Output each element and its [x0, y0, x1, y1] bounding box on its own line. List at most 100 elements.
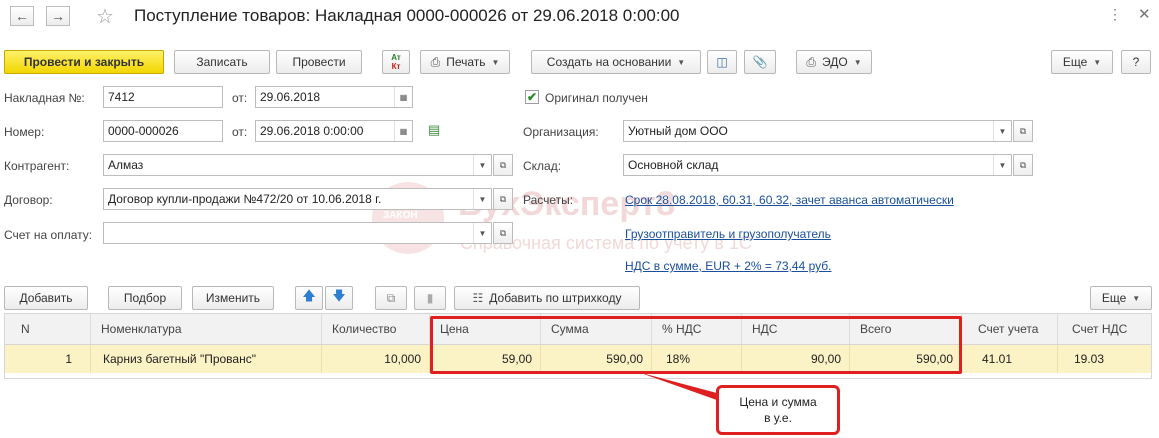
cell-item[interactable]: Карниз багетный "Прованс" — [91, 345, 322, 373]
number-date-label: от: — [232, 125, 248, 139]
more-button[interactable]: Еще ▼ — [1051, 50, 1113, 74]
chevron-down-icon[interactable]: ▼ — [473, 223, 491, 243]
chevron-down-icon: ▼ — [491, 57, 500, 67]
column-header-quantity[interactable]: Количество — [322, 314, 430, 344]
cell-account[interactable]: 41.01 — [962, 345, 1058, 373]
calendar-icon[interactable]: ▦ — [394, 87, 412, 107]
chevron-down-icon[interactable]: ▼ — [993, 155, 1011, 175]
chevron-down-icon[interactable]: ▼ — [993, 121, 1011, 141]
number-date-input[interactable]: 29.06.2018 0:00:00 ▦ — [255, 120, 413, 142]
create-based-on-label: Создать на основании — [546, 55, 672, 69]
settlements-label: Расчеты: — [523, 193, 574, 207]
post-and-close-button[interactable]: Провести и закрыть — [4, 50, 164, 74]
annotation-line-2: в у.е. — [764, 411, 792, 425]
add-by-barcode-button[interactable]: ☷ Добавить по штрихкоду — [454, 286, 640, 310]
callout-pointer — [638, 372, 728, 404]
cell-vat-account[interactable]: 19.03 — [1058, 345, 1151, 373]
back-button[interactable]: ← — [10, 6, 34, 26]
shipper-consignee-link[interactable]: Грузоотправитель и грузополучатель — [625, 227, 831, 241]
dt-kt-button[interactable]: Ат Кт — [382, 50, 410, 74]
chevron-down-icon[interactable]: ▼ — [473, 189, 491, 209]
contract-open-button[interactable]: ⧉ — [493, 188, 513, 210]
print-button[interactable]: ⎙ Печать ▼ — [420, 50, 510, 74]
payment-invoice-label: Счет на оплату: — [4, 228, 93, 242]
invoice-number-input[interactable]: 7412 — [103, 86, 223, 108]
calendar-icon[interactable]: ▦ — [394, 121, 412, 141]
more-dots-icon[interactable]: ⋮ — [1108, 6, 1124, 23]
more-button-label: Еще — [1062, 55, 1088, 69]
vat-amount-link[interactable]: НДС в сумме, EUR + 2% = 73,44 руб. — [625, 259, 831, 273]
add-row-button[interactable]: Добавить — [4, 286, 88, 310]
print-button-label: Печать — [446, 55, 486, 69]
open-icon: ⧉ — [499, 159, 507, 170]
open-icon: ⧉ — [499, 193, 507, 204]
invoice-date-label: от: — [232, 91, 248, 105]
warehouse-value: Основной склад — [628, 158, 719, 172]
attach-button[interactable]: 📎 — [744, 50, 776, 74]
open-icon: ⧉ — [499, 227, 507, 238]
warehouse-open-button[interactable]: ⧉ — [1013, 154, 1033, 176]
history-icon[interactable]: ▤ — [428, 122, 440, 138]
warehouse-input[interactable]: Основной склад ▼ — [623, 154, 1012, 176]
copy-row-button[interactable]: ⧉ — [375, 286, 407, 310]
column-header-vat-account[interactable]: Счет НДС — [1058, 314, 1151, 344]
invoice-date-input[interactable]: 29.06.2018 ▦ — [255, 86, 413, 108]
structure-button[interactable]: ◫ — [707, 50, 737, 74]
invoice-number-label: Накладная №: — [4, 91, 85, 105]
payment-invoice-input[interactable]: ▼ — [103, 222, 492, 244]
chevron-down-icon[interactable]: ▼ — [473, 155, 491, 175]
favorite-star-icon[interactable]: ☆ — [96, 4, 114, 29]
contract-label: Договор: — [4, 193, 53, 207]
organization-label: Организация: — [523, 125, 599, 139]
move-down-button[interactable]: 🡇 — [325, 286, 353, 310]
chevron-down-icon: ▼ — [677, 57, 686, 67]
cell-n[interactable]: 1 — [5, 345, 91, 373]
checkmark-icon: ✔ — [526, 90, 538, 104]
invoice-date-value: 29.06.2018 — [260, 90, 321, 104]
change-button[interactable]: Изменить — [192, 286, 274, 310]
edo-button[interactable]: ⎙ ЭДО ▼ — [796, 50, 872, 74]
counterparty-input[interactable]: Алмаз ▼ — [103, 154, 492, 176]
contract-value: Договор купли-продажи №472/20 от 10.06.2… — [108, 192, 382, 206]
window-title: Поступление товаров: Накладная 0000-0000… — [134, 6, 680, 25]
save-button[interactable]: Записать — [174, 50, 270, 74]
original-received-label: Оригинал получен — [545, 91, 648, 105]
structure-icon: ◫ — [716, 55, 728, 69]
paste-icon: ▮ — [426, 291, 434, 305]
paste-row-button[interactable]: ▮ — [414, 286, 446, 310]
column-header-account[interactable]: Счет учета — [962, 314, 1058, 344]
copy-icon: ⧉ — [386, 290, 396, 305]
number-input[interactable]: 0000-000026 — [103, 120, 223, 142]
printer-icon: ⎙ — [430, 54, 441, 69]
help-button[interactable]: ? — [1121, 50, 1151, 74]
watermark-badge: ЗАКОН — [383, 210, 418, 221]
cell-quantity[interactable]: 10,000 — [322, 345, 430, 373]
dt-kt-icon-top: Ат — [391, 53, 401, 62]
number-label: Номер: — [4, 125, 45, 139]
payment-invoice-open-button[interactable]: ⧉ — [493, 222, 513, 244]
select-button[interactable]: Подбор — [108, 286, 182, 310]
organization-value: Уютный дом ООО — [628, 124, 728, 138]
paperclip-icon: 📎 — [752, 55, 768, 69]
close-icon[interactable]: ✕ — [1138, 5, 1151, 23]
counterparty-value: Алмаз — [108, 158, 144, 172]
settlements-link[interactable]: Срок 28.08.2018, 60.31, 60.32, зачет ава… — [625, 193, 954, 207]
original-received-checkbox[interactable]: ✔ — [525, 90, 539, 104]
annotation-callout: Цена и сумма в у.е. — [716, 385, 840, 435]
forward-button[interactable]: → — [46, 6, 70, 26]
annotation-line-1: Цена и сумма — [739, 394, 817, 409]
organization-open-button[interactable]: ⧉ — [1013, 120, 1033, 142]
contract-input[interactable]: Договор купли-продажи №472/20 от 10.06.2… — [103, 188, 492, 210]
organization-input[interactable]: Уютный дом ООО ▼ — [623, 120, 1012, 142]
column-header-n[interactable]: N — [5, 314, 91, 344]
counterparty-label: Контрагент: — [4, 159, 70, 173]
table-more-label: Еще — [1101, 291, 1127, 305]
counterparty-open-button[interactable]: ⧉ — [493, 154, 513, 176]
table-more-button[interactable]: Еще ▼ — [1090, 286, 1152, 310]
create-based-on-button[interactable]: Создать на основании ▼ — [531, 50, 701, 74]
move-up-button[interactable]: 🡅 — [295, 286, 323, 310]
warehouse-label: Склад: — [523, 159, 562, 173]
number-date-value: 29.06.2018 0:00:00 — [260, 124, 364, 138]
column-header-item[interactable]: Номенклатура — [91, 314, 322, 344]
post-button[interactable]: Провести — [276, 50, 362, 74]
